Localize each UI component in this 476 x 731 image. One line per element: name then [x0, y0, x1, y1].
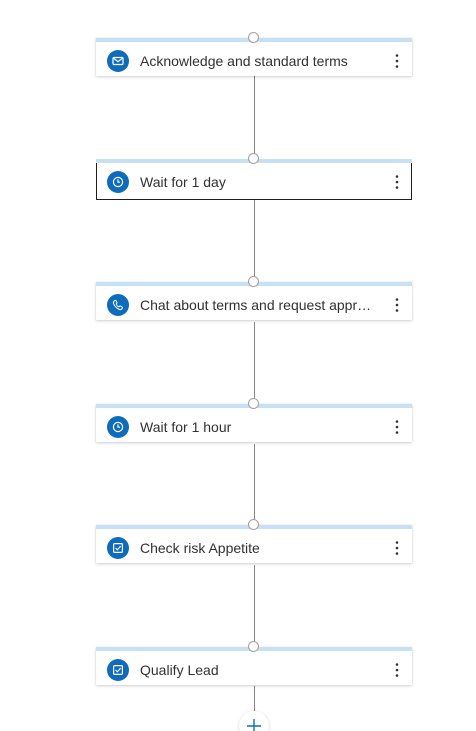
sequence-designer-canvas: Acknowledge and standard terms Wait for … [0, 0, 476, 731]
step-attach-node [248, 32, 259, 43]
step-label: Chat about terms and request approval [140, 297, 378, 313]
step-card-qualify-lead[interactable]: Qualify Lead [96, 647, 412, 685]
step-attach-node [248, 398, 259, 409]
step-label: Qualify Lead [140, 662, 219, 678]
step-label: Acknowledge and standard terms [140, 53, 348, 69]
add-step-button[interactable] [239, 711, 269, 731]
step-attach-node [248, 276, 259, 287]
more-vertical-icon[interactable] [386, 657, 408, 683]
connector-line [254, 322, 255, 404]
connector-line [254, 686, 255, 712]
step-attach-node [248, 641, 259, 652]
connector-line [254, 565, 255, 647]
more-vertical-icon[interactable] [386, 414, 408, 440]
connector-line [254, 76, 255, 158]
clock-icon [107, 171, 129, 193]
phone-icon [107, 294, 129, 316]
step-card-wait-1-hour[interactable]: Wait for 1 hour [96, 404, 412, 442]
task-checkbox-icon [107, 659, 129, 681]
step-label: Wait for 1 hour [140, 419, 232, 435]
more-vertical-icon[interactable] [386, 48, 408, 74]
clock-icon [107, 416, 129, 438]
plus-icon [246, 718, 262, 731]
more-vertical-icon[interactable] [386, 169, 408, 195]
step-card-chat-terms[interactable]: Chat about terms and request approval [96, 282, 412, 320]
task-checkbox-icon [107, 537, 129, 559]
step-attach-node [248, 153, 259, 164]
mail-icon [107, 50, 129, 72]
step-label: Wait for 1 day [140, 174, 226, 190]
step-card-check-risk[interactable]: Check risk Appetite [96, 525, 412, 563]
step-card-acknowledge[interactable]: Acknowledge and standard terms [96, 38, 412, 76]
connector-line [254, 444, 255, 526]
step-attach-node [248, 519, 259, 530]
connector-line [254, 200, 255, 282]
more-vertical-icon[interactable] [386, 292, 408, 318]
more-vertical-icon[interactable] [386, 535, 408, 561]
step-card-wait-1-day[interactable]: Wait for 1 day [96, 159, 412, 200]
step-label: Check risk Appetite [140, 540, 260, 556]
